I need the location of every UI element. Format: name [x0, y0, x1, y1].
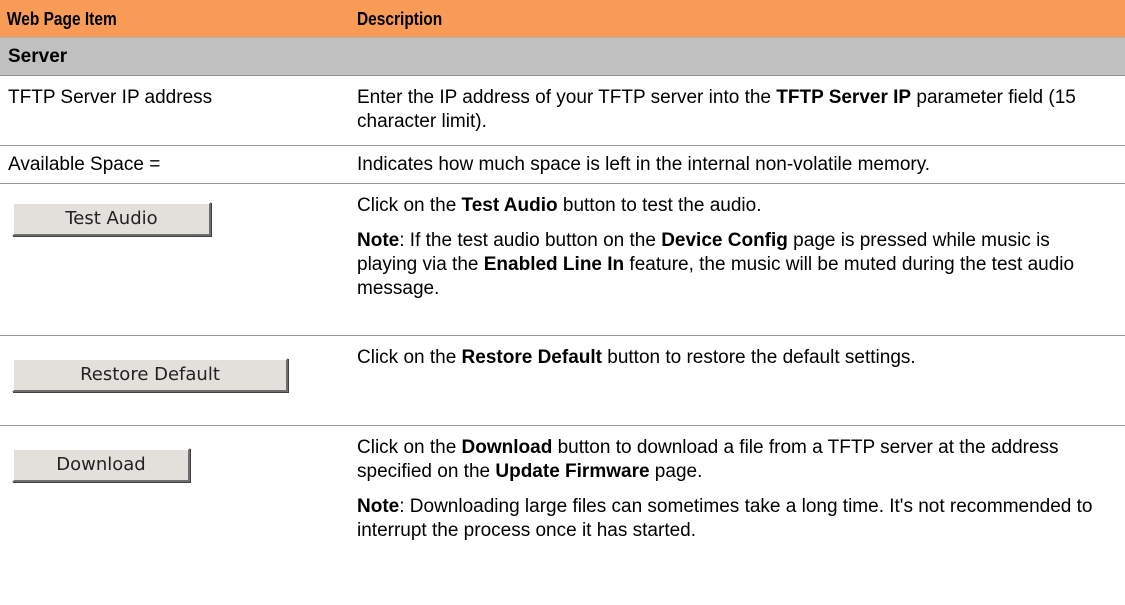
header-web-page-item: Web Page Item	[6, 9, 117, 29]
text-span: Click on the	[357, 347, 462, 368]
bold-term: Update Firmware	[495, 461, 650, 482]
table-row-available-space: Available Space = Indicates how much spa…	[0, 146, 1125, 184]
text-span: button to restore the default settings.	[601, 347, 916, 368]
row-description: Indicates how much space is left in the …	[357, 146, 1125, 183]
bold-term: Test Audio	[461, 195, 558, 216]
description-paragraph: Indicates how much space is left in the …	[357, 154, 931, 175]
text-span: Enter the IP address of your TFTP server…	[357, 87, 777, 108]
table-row-test-audio: Test Audio Click on the Test Audio butto…	[0, 184, 1125, 336]
row-item-label: TFTP Server IP address	[8, 87, 213, 108]
table-row-download: Download Click on the Download button to…	[0, 426, 1125, 604]
note-paragraph: Note: Downloading large files can someti…	[357, 495, 1113, 543]
restore-default-button[interactable]: Restore Default	[12, 358, 288, 392]
bold-term: Restore Default	[461, 347, 602, 368]
table-row-tftp-server: TFTP Server IP address Enter the IP addr…	[0, 76, 1125, 146]
row-description: Click on the Restore Default button to r…	[357, 336, 1125, 425]
table-header-row: Web Page Item Description	[0, 0, 1125, 38]
text-span: page.	[649, 461, 703, 482]
text-span: : Downloading large files can sometimes …	[357, 496, 1093, 541]
bold-term: Enabled Line In	[483, 254, 625, 275]
row-item-cell: Test Audio	[0, 184, 357, 335]
row-item-cell: Download	[0, 426, 357, 604]
row-description: Click on the Test Audio button to test t…	[357, 184, 1125, 335]
row-description: Enter the IP address of your TFTP server…	[357, 76, 1125, 145]
test-audio-button[interactable]: Test Audio	[12, 202, 211, 236]
download-button[interactable]: Download	[12, 448, 190, 482]
bold-term: TFTP Server IP	[776, 87, 912, 108]
web-page-items-table: Web Page Item Description Server TFTP Se…	[0, 0, 1125, 604]
table-row-restore-default: Restore Default Click on the Restore Def…	[0, 336, 1125, 426]
text-span: : If the test audio button on the	[399, 230, 662, 251]
text-span: button to test the audio.	[557, 195, 762, 216]
bold-term: Device Config	[661, 230, 788, 251]
text-span: Click on the	[357, 437, 462, 458]
note-paragraph: Note: If the test audio button on the De…	[357, 229, 1113, 301]
note-label: Note	[357, 496, 400, 517]
note-label: Note	[357, 230, 400, 251]
header-description: Description	[357, 9, 443, 29]
row-description: Click on the Download button to download…	[357, 426, 1125, 604]
description-paragraph: Click on the Test Audio button to test t…	[357, 194, 1113, 218]
bold-term: Download	[461, 437, 553, 458]
row-item-label: Available Space =	[8, 154, 161, 175]
text-span: Click on the	[357, 195, 462, 216]
description-paragraph: Enter the IP address of your TFTP server…	[357, 86, 1113, 134]
row-item-cell: Restore Default	[0, 336, 357, 425]
description-paragraph: Click on the Restore Default button to r…	[357, 346, 1113, 370]
section-server-heading: Server	[0, 38, 1125, 76]
description-paragraph: Click on the Download button to download…	[357, 436, 1113, 484]
